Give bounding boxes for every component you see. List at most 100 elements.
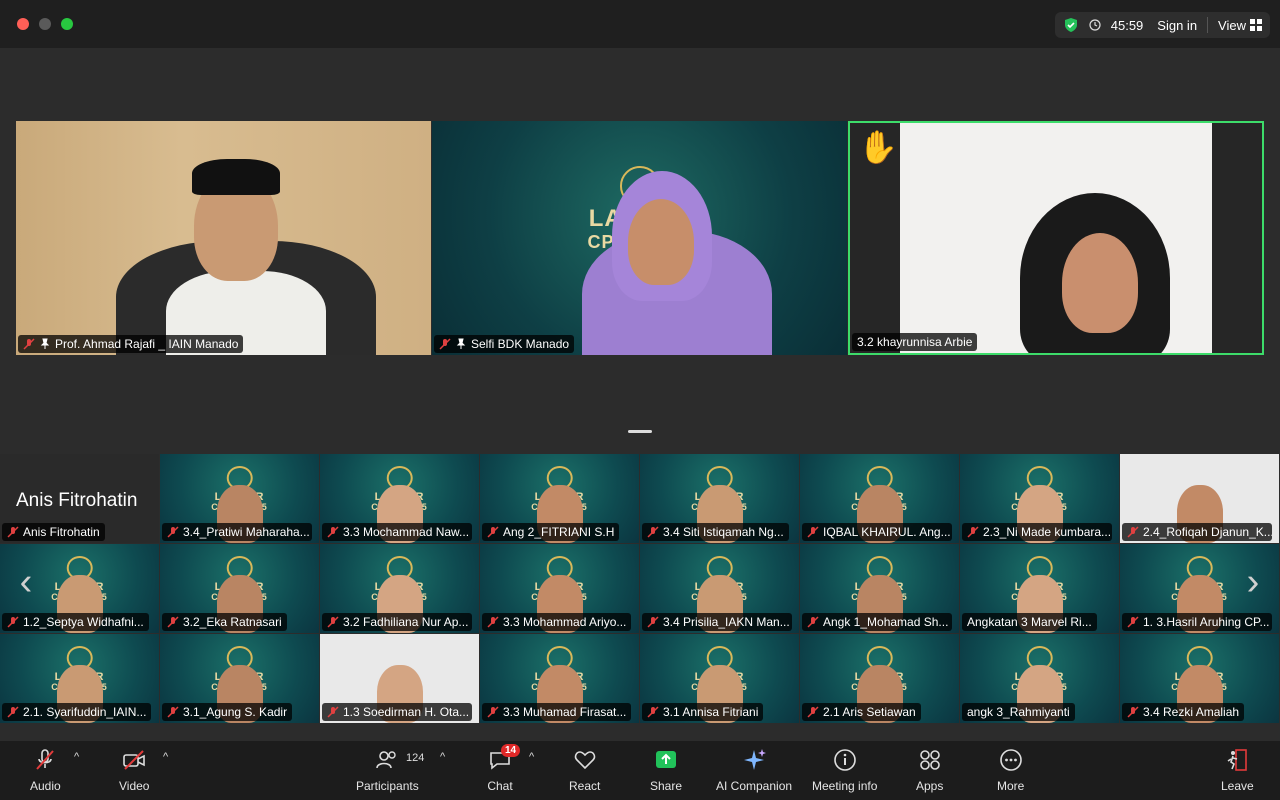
audio-options-caret[interactable]: ^	[74, 751, 79, 763]
participant-tile[interactable]: LATSARCPNS 20252.1. Syarifuddin_IAIN...	[0, 634, 159, 723]
muted-mic-icon	[7, 616, 19, 628]
participant-tile[interactable]: 1.3 Soedirman H. Ota...	[320, 634, 479, 723]
participant-name: Anis Fitrohatin	[23, 525, 100, 539]
share-button[interactable]: Share	[650, 747, 682, 793]
muted-mic-icon	[167, 616, 179, 628]
chat-options-caret[interactable]: ^	[529, 751, 534, 763]
minimize-window-button[interactable]	[39, 18, 51, 30]
participant-name: 3.4 Siti Istiqamah Ng...	[663, 525, 784, 539]
participants-options-caret[interactable]: ^	[440, 751, 445, 763]
participant-name: Angkatan 3 Marvel Ri...	[967, 615, 1092, 629]
pin-icon	[456, 338, 466, 349]
participant-name-tag: 3.4 Rezki Amaliah	[1122, 703, 1245, 721]
participants-button[interactable]: Participants 124	[356, 747, 424, 793]
participant-name-tag: 2.1. Syarifuddin_IAIN...	[2, 703, 152, 721]
participant-name: Angk 1_Mohamad Sh...	[823, 615, 949, 629]
participant-tile[interactable]: LATSARCPNS 2025Angkatan 3 Marvel Ri...	[960, 544, 1119, 633]
more-button[interactable]: More	[997, 747, 1024, 793]
participant-name: 3.1_Agung S. Kadir	[183, 705, 288, 719]
participant-name-tag: 3.1_Agung S. Kadir	[162, 703, 293, 721]
participant-tile[interactable]: LATSARCPNS 20253.4 Prisilia_IAKN Man...	[640, 544, 799, 633]
more-icon	[999, 749, 1022, 771]
shield-icon[interactable]	[1063, 17, 1079, 33]
participant-tile[interactable]: LATSARCPNS 20253.4 Siti Istiqamah Ng...	[640, 454, 799, 543]
participant-name-tag: IQBAL KHAIRUL. Ang...	[802, 523, 952, 541]
participant-name-tag: 3.2_Eka Ratnasari	[162, 613, 287, 631]
apps-button[interactable]: Apps	[916, 747, 943, 793]
sign-in-link[interactable]: Sign in	[1157, 18, 1197, 33]
participant-tile[interactable]: LATSARCPNS 20253.2_Eka Ratnasari	[160, 544, 319, 633]
muted-mic-icon	[167, 526, 179, 538]
react-button[interactable]: React	[569, 747, 600, 793]
participant-tile[interactable]: LATSARCPNS 20253.3 Muhamad Firasat...	[480, 634, 639, 723]
video-button[interactable]: Video	[119, 747, 149, 793]
participant-name: 3.2 Fadhiliana Nur Ap...	[343, 615, 469, 629]
participants-icon	[376, 751, 397, 769]
clock-icon	[1089, 19, 1101, 31]
participant-name: 3.4 Rezki Amaliah	[1143, 705, 1240, 719]
meeting-timer: 45:59	[1110, 17, 1144, 33]
participant-name-tag: 3.1 Annisa Fitriani	[642, 703, 764, 721]
participant-tile[interactable]: LATSARCPNS 20252.1 Aris Setiawan	[800, 634, 959, 723]
muted-mic-icon	[647, 526, 659, 538]
chat-button[interactable]: Chat 14	[487, 744, 521, 793]
participant-name-tag: 3.4_Pratiwi Maharaha...	[162, 523, 312, 541]
previous-page-arrow[interactable]: ‹	[16, 562, 36, 602]
participant-tile[interactable]: LATSARCPNS 2025IQBAL KHAIRUL. Ang...	[800, 454, 959, 543]
meeting-toolbar: Audio ^ Video ^ Participants 124 ^ Chat …	[0, 741, 1280, 800]
muted-mic-icon	[439, 338, 451, 350]
view-button[interactable]: View	[1218, 18, 1262, 33]
participant-name: 2.1. Syarifuddin_IAIN...	[23, 705, 147, 719]
participant-name: IQBAL KHAIRUL. Ang...	[823, 525, 951, 539]
close-window-button[interactable]	[17, 18, 29, 30]
participant-name: Ang 2_FITRIANI S.H	[503, 525, 615, 539]
participant-tile[interactable]: LATSARCPNS 20252.3_Ni Made kumbara...	[960, 454, 1119, 543]
info-icon	[833, 749, 856, 771]
participant-name: angk 3_Rahmiyanti	[967, 705, 1070, 719]
participant-tile[interactable]: LATSARCPNS 2025Angk 1_Mohamad Sh...	[800, 544, 959, 633]
speaker-name: Selfi BDK Manado	[471, 337, 570, 351]
participant-name: 3.2_Eka Ratnasari	[183, 615, 282, 629]
participant-tile[interactable]: LATSARCPNS 20253.3 Mochammad Naw...	[320, 454, 479, 543]
muted-mic-icon	[487, 616, 499, 628]
participant-tile[interactable]: Anis Fitrohatin Anis Fitrohatin	[0, 454, 159, 543]
meeting-info-button[interactable]: Meeting info	[812, 747, 877, 793]
ai-companion-button[interactable]: AI Companion	[716, 747, 792, 793]
speaker-video-2[interactable]: LATSAR CPNS 2025 Selfi BDK Manado	[432, 121, 847, 355]
participant-name: 1. 3.Hasril Aruhing CP...	[1143, 615, 1270, 629]
video-off-icon	[123, 750, 146, 770]
participant-name: 3.1 Annisa Fitriani	[663, 705, 759, 719]
participant-name: 3.3 Mohammad Ariyo...	[503, 615, 627, 629]
speaker-name-tag: 3.2 khayrunnisa Arbie	[852, 333, 978, 351]
audio-button[interactable]: Audio	[30, 747, 61, 793]
next-page-arrow[interactable]: ›	[1243, 562, 1263, 602]
speaker-video-1[interactable]: Prof. Ahmad Rajafi _ IAIN Manado	[16, 121, 431, 355]
participant-tile[interactable]: LATSARCPNS 20253.4_Pratiwi Maharaha...	[160, 454, 319, 543]
leave-button[interactable]: Leave	[1221, 747, 1254, 793]
participant-tile[interactable]: LATSARCPNS 2025Ang 2_FITRIANI S.H	[480, 454, 639, 543]
muted-mic-icon	[23, 338, 35, 350]
muted-mic-icon	[7, 526, 19, 538]
resize-handle[interactable]	[628, 430, 652, 433]
participant-tile[interactable]: LATSARCPNS 2025angk 3_Rahmiyanti	[960, 634, 1119, 723]
meeting-info-label: Meeting info	[812, 779, 878, 793]
muted-mic-icon	[1127, 526, 1139, 538]
participant-tile[interactable]: 2.4_Rofiqah Djanun_K...	[1120, 454, 1279, 543]
participants-label: Participants	[356, 779, 419, 793]
top-right-controls: 45:59 Sign in View	[1054, 12, 1270, 38]
participant-tile[interactable]: LATSARCPNS 20253.1_Agung S. Kadir	[160, 634, 319, 723]
muted-mic-icon	[327, 526, 339, 538]
participant-tile[interactable]: LATSARCPNS 20253.1 Annisa Fitriani	[640, 634, 799, 723]
chat-unread-badge: 14	[501, 744, 521, 757]
participant-tile[interactable]: LATSARCPNS 20253.4 Rezki Amaliah	[1120, 634, 1279, 723]
participant-name-tag: 3.3 Muhamad Firasat...	[482, 703, 632, 721]
maximize-window-button[interactable]	[61, 18, 73, 30]
gallery-grid: LATSARCPNS 20253.4 Rezki AmaliahLATSARCP…	[0, 454, 1280, 724]
ai-companion-label: AI Companion	[716, 779, 793, 793]
participant-tile[interactable]: LATSARCPNS 20253.3 Mohammad Ariyo...	[480, 544, 639, 633]
speaker-video-3[interactable]: ✋ 3.2 khayrunnisa Arbie	[848, 121, 1264, 355]
video-options-caret[interactable]: ^	[163, 751, 168, 763]
participant-name: 3.4_Pratiwi Maharaha...	[183, 525, 310, 539]
participant-tile[interactable]: LATSARCPNS 20253.2 Fadhiliana Nur Ap...	[320, 544, 479, 633]
muted-mic-icon	[7, 706, 19, 718]
